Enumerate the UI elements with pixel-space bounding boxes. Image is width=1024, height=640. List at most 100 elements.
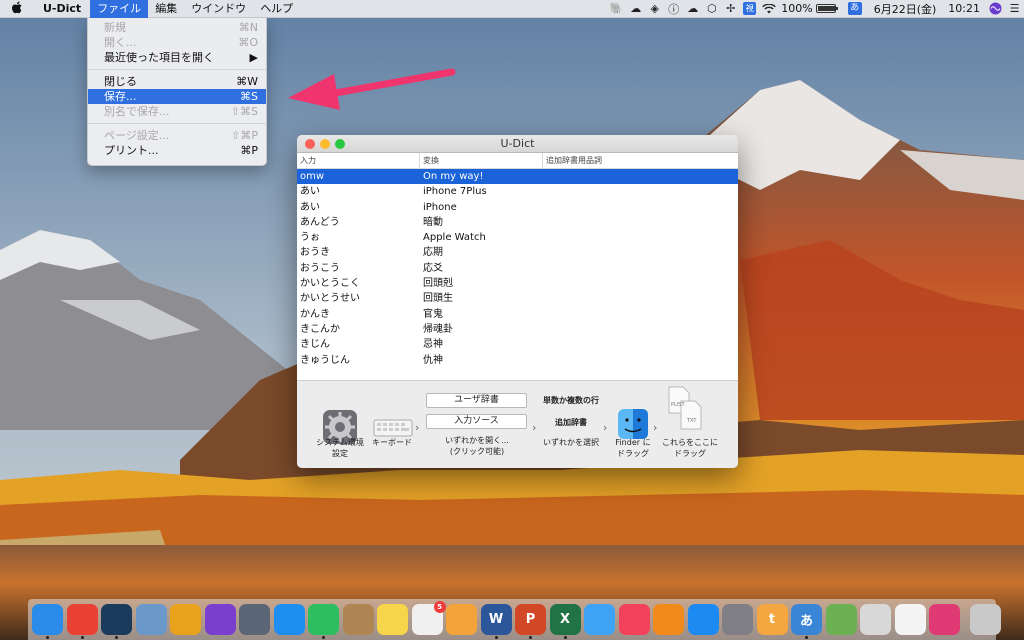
table-cell-conversion: On my way! (423, 171, 484, 182)
vpn-icon[interactable]: ⬡ (702, 0, 721, 18)
apple-icon[interactable] (0, 1, 34, 17)
cloud-upload-icon[interactable]: ☁ (683, 0, 702, 18)
powerpoint-glyph: P (525, 612, 536, 627)
notes-icon[interactable] (377, 604, 408, 635)
evernote-icon[interactable] (308, 604, 339, 635)
table-row[interactable]: きゅうじん 仇神 (297, 353, 738, 368)
column-header-input[interactable]: 入力 (297, 153, 420, 169)
input-source-indicator[interactable]: あ (847, 2, 862, 15)
info-icon[interactable]: ⓘ (664, 0, 683, 18)
trash-icon[interactable] (969, 604, 1001, 635)
menu-separator (88, 123, 266, 124)
menu-bar: U-Dict ファイル 編集 ウインドウ ヘルプ 🐘 ☁ ◈ ⓘ ☁ ⬡ ✢ 視… (0, 0, 1024, 18)
tray-app-icon[interactable]: ✢ (721, 0, 740, 18)
table-row[interactable]: あい iPhone 7Plus (297, 184, 738, 199)
books-icon[interactable] (653, 604, 684, 635)
siri-icon[interactable] (986, 0, 1005, 18)
table-cell-pos (543, 307, 738, 322)
menu-item-close[interactable]: 閉じる ⌘W (88, 74, 266, 89)
battery-fill (817, 6, 836, 11)
music-icon[interactable] (618, 604, 650, 635)
table-row[interactable]: きこんか 帰魂卦 (297, 322, 738, 337)
table-row[interactable]: おうき 応期 (297, 245, 738, 260)
table-row[interactable]: あんどう 暗動 (297, 215, 738, 230)
kindle-icon[interactable] (101, 604, 132, 635)
table-cell-input: おうき (300, 247, 330, 259)
table-row[interactable]: かいとうせい 回頭生 (297, 291, 738, 306)
document-icon[interactable] (894, 604, 926, 635)
dictionary-table: 入力 変換 追加辞書用品詞 omw On my way! あい iPhone 7Plu… (297, 153, 738, 380)
menubar-time[interactable]: 10:21 (942, 2, 986, 15)
table-row[interactable]: あい iPhone (297, 200, 738, 215)
table-header: 入力 変換 追加辞書用品詞 (297, 153, 738, 169)
app-store-icon[interactable] (687, 604, 719, 635)
app-menu-u-dict[interactable]: U-Dict (34, 2, 90, 15)
menubar-date[interactable]: 6月22日(金) (868, 1, 943, 17)
keyboard-icon[interactable] (373, 419, 413, 439)
table-cell-conversion: Apple Watch (423, 232, 486, 244)
word-icon[interactable]: W (480, 604, 512, 635)
running-indicator (322, 636, 325, 639)
notebook-icon[interactable] (342, 604, 374, 635)
menu-item-open-recent[interactable]: 最近使った項目を開く ▶ (88, 50, 266, 65)
menu-edit[interactable]: 編集 (148, 0, 184, 18)
butterfly-icon[interactable] (170, 604, 201, 635)
table-row[interactable]: かんき 官鬼 (297, 307, 738, 322)
messages-icon[interactable] (584, 604, 615, 635)
table-cell-conversion: 応爻 (423, 262, 443, 274)
table-cell-input: きこんか (300, 323, 340, 335)
table-cell-input: あい (300, 186, 320, 198)
textwrangler-icon[interactable]: t (756, 604, 788, 635)
file-menu-dropdown: 新規 ⌘N 開く... ⌘O 最近使った項目を開く ▶ 閉じる ⌘W 保存... ⌘S 別… (87, 18, 267, 166)
minimize-button[interactable] (320, 139, 330, 149)
notification-badge: 5 (433, 601, 446, 613)
table-row[interactable]: かいとうこく 回頭剋 (297, 276, 738, 291)
table-row[interactable]: きじん 忌神 (297, 337, 738, 352)
menu-help[interactable]: ヘルプ (253, 0, 300, 18)
menu-item-open: 開く... ⌘O (104, 36, 258, 49)
excel-icon[interactable]: X (549, 604, 581, 635)
reminders-icon[interactable]: 5 (411, 601, 446, 635)
txt-file-label: TXT (687, 418, 697, 424)
launchpad-icon[interactable] (239, 604, 270, 635)
close-button[interactable] (305, 139, 315, 149)
guide-label-either-open: いずれかを開く... (クリック可能) (445, 436, 509, 456)
column-header-part-of-speech[interactable]: 追加辞書用品詞 (543, 153, 738, 169)
maps-icon[interactable] (825, 604, 857, 635)
evernote-icon[interactable]: 🐘 (607, 0, 626, 18)
menu-window[interactable]: ウインドウ (184, 0, 253, 18)
window-titlebar[interactable]: U-Dict (297, 135, 738, 153)
table-row[interactable]: おうこう 応爻 (297, 261, 738, 276)
preview-icon[interactable] (135, 604, 167, 635)
input-source-button[interactable]: 入力ソース (426, 414, 527, 429)
safari-icon[interactable] (273, 604, 305, 635)
notification-center-icon[interactable]: ☰ (1005, 0, 1024, 18)
powerpoint-icon[interactable]: P (515, 604, 546, 635)
cloud-icon[interactable]: ☁ (626, 0, 645, 18)
table-row[interactable]: omw On my way! (297, 169, 738, 185)
export-files-icon[interactable] (667, 385, 707, 433)
menu-item-save[interactable]: 保存... ⌘S (88, 89, 266, 104)
udict-icon[interactable]: あ (791, 604, 822, 635)
battery-icon[interactable] (815, 4, 838, 13)
lips-icon[interactable] (929, 604, 960, 635)
column-header-conversion[interactable]: 変換 (420, 153, 543, 169)
u-dict-window: U-Dict 入力 変換 追加辞書用品詞 omw On my way! あい iPho… (297, 135, 738, 468)
chevron-right-icon: › (653, 421, 658, 434)
system-preferences-icon[interactable] (722, 604, 753, 635)
finder-icon[interactable] (32, 604, 63, 635)
siri-icon[interactable] (204, 604, 236, 635)
photos-icon[interactable] (446, 604, 477, 635)
archive-icon[interactable] (860, 604, 891, 635)
user-dictionary-button[interactable]: ユーザ辞書 (426, 393, 527, 408)
menu-file[interactable]: ファイル (90, 0, 149, 18)
table-cell-pos (543, 184, 738, 199)
ime-kana-icon[interactable]: 視 (740, 0, 759, 18)
table-cell-pos (543, 276, 738, 291)
zoom-button[interactable] (335, 139, 345, 149)
dropbox-icon[interactable]: ◈ (645, 0, 664, 18)
chrome-icon[interactable] (66, 604, 98, 635)
table-row[interactable]: うぉ Apple Watch (297, 230, 738, 245)
wifi-icon[interactable] (759, 0, 778, 18)
menu-item-print[interactable]: プリント... ⌘P (88, 143, 266, 158)
